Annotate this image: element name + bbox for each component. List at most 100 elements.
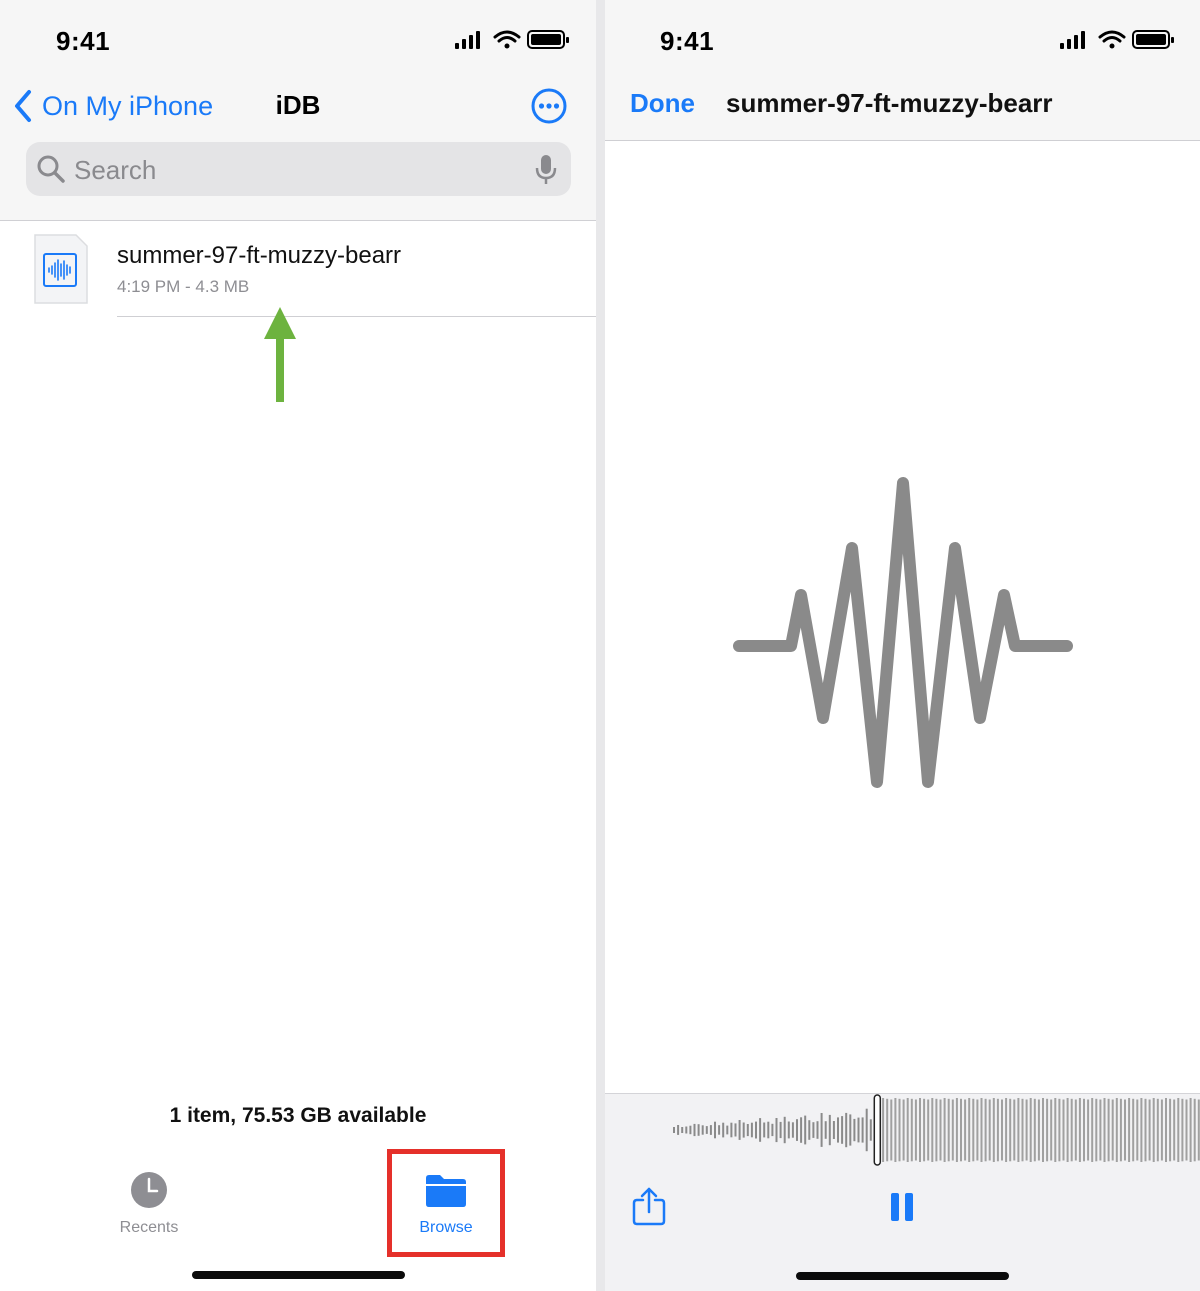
waveform-bar (755, 1121, 757, 1139)
waveform-bar (804, 1115, 807, 1145)
wifi-icon (1098, 30, 1126, 49)
done-button[interactable]: Done (630, 88, 695, 119)
waveform-bar (882, 1098, 885, 1162)
waveform-bar (746, 1124, 749, 1137)
waveform-bar (750, 1122, 753, 1138)
share-icon[interactable] (631, 1186, 667, 1226)
waveform-bar (845, 1112, 848, 1148)
files-app-screen: 9:41 On My iPhone iDB Search summer-97-f… (0, 0, 596, 1291)
waveform-bar (1083, 1098, 1085, 1162)
waveform-bar (849, 1114, 852, 1146)
panel-divider (596, 0, 605, 1291)
waveform-bar (775, 1118, 778, 1143)
battery-icon (527, 30, 569, 49)
waveform-bar (1144, 1098, 1147, 1162)
status-icons (455, 30, 569, 49)
waveform-bar (779, 1121, 782, 1139)
waveform-bar (1009, 1098, 1012, 1162)
waveform-bar (1078, 1098, 1081, 1162)
waveform-bar (1005, 1098, 1008, 1162)
search-input[interactable]: Search (26, 142, 571, 196)
status-icons-right (1060, 30, 1174, 49)
storage-info: 1 item, 75.53 GB available (169, 1104, 427, 1127)
waveform-bar (1021, 1098, 1024, 1162)
waveform-bar (1058, 1098, 1061, 1162)
waveform-bar (996, 1098, 999, 1162)
waveform-bar (837, 1117, 839, 1143)
waveform-bar (1050, 1099, 1053, 1161)
waveform-bar (812, 1122, 815, 1138)
status-bar-right: 9:41 (605, 0, 1200, 80)
microphone-icon[interactable] (535, 154, 557, 186)
waveform-bar (1054, 1098, 1057, 1162)
waveform-bar (693, 1123, 696, 1137)
waveform-bar (697, 1124, 700, 1136)
playhead-handle[interactable] (873, 1094, 882, 1166)
waveform-bar (1025, 1099, 1028, 1161)
waveform-bar (1074, 1099, 1077, 1161)
tab-recents[interactable]: Recents (94, 1170, 204, 1250)
annotation-arrow-icon (264, 307, 296, 402)
waveform-bar (943, 1098, 946, 1162)
waveform-bar (816, 1121, 819, 1139)
waveform-bar (685, 1126, 688, 1134)
waveform-bar (734, 1123, 737, 1137)
waveform-bar (906, 1098, 909, 1162)
playback-controls (605, 1093, 1200, 1291)
search-icon (37, 155, 65, 183)
waveform-bar (820, 1113, 823, 1147)
waveform-bar (951, 1099, 954, 1161)
waveform-bar (869, 1119, 872, 1141)
wifi-icon (493, 30, 521, 49)
waveform-bar (1013, 1099, 1016, 1161)
waveform-bar (1128, 1098, 1131, 1162)
waveform-bar (714, 1121, 716, 1139)
waveform-bar (1107, 1098, 1110, 1162)
waveform-bar (832, 1121, 835, 1139)
waveform-bar (808, 1120, 811, 1140)
waveform-bar (701, 1125, 704, 1135)
waveform-bar (828, 1114, 831, 1146)
waveform-bar (927, 1099, 930, 1161)
waveform-bar (1095, 1098, 1098, 1162)
waveform-bar (1136, 1099, 1139, 1161)
folder-title: iDB (275, 90, 321, 120)
waveform-bar (931, 1098, 934, 1162)
waveform-bar (1132, 1098, 1135, 1162)
waveform-bar (1152, 1098, 1155, 1162)
clock-icon (131, 1172, 167, 1208)
waveform-bar (1029, 1098, 1032, 1162)
more-options-icon[interactable] (530, 87, 568, 125)
waveform-bar (726, 1125, 729, 1135)
waveform-bar (1017, 1098, 1020, 1162)
waveform-bar (861, 1117, 864, 1143)
waveform-bar (992, 1098, 995, 1162)
waveform-bar (787, 1121, 790, 1139)
waveform-bar (796, 1119, 798, 1141)
annotation-highlight-box (387, 1149, 505, 1257)
waveform-bar (886, 1098, 889, 1162)
pause-icon[interactable] (890, 1192, 914, 1222)
waveform-bar (1185, 1099, 1188, 1161)
waveform-bar (767, 1121, 770, 1139)
waveform-bar (1001, 1099, 1003, 1161)
waveform-bar (742, 1122, 745, 1138)
list-item[interactable]: summer-97-ft-muzzy-bearr 4:19 PM - 4.3 M… (0, 222, 596, 318)
status-time: 9:41 (56, 26, 111, 56)
waveform-bar (984, 1098, 987, 1162)
waveform-bar (980, 1098, 983, 1162)
waveform-bar (923, 1098, 926, 1162)
waveform-bar (865, 1108, 868, 1152)
waveform-bar (771, 1123, 774, 1137)
waveform-bar (1140, 1098, 1143, 1162)
waveform-bar (1111, 1099, 1114, 1161)
waveform-bar (1181, 1098, 1184, 1162)
waveform-bar (1037, 1099, 1040, 1161)
battery-icon (1132, 30, 1174, 49)
waveform-bar (1148, 1099, 1151, 1161)
waveform-bar (738, 1120, 741, 1140)
waveform-bar (759, 1118, 762, 1142)
playback-scrubber[interactable] (671, 1094, 1200, 1166)
status-time-right: 9:41 (660, 26, 715, 56)
waveform-bar (1177, 1098, 1180, 1162)
